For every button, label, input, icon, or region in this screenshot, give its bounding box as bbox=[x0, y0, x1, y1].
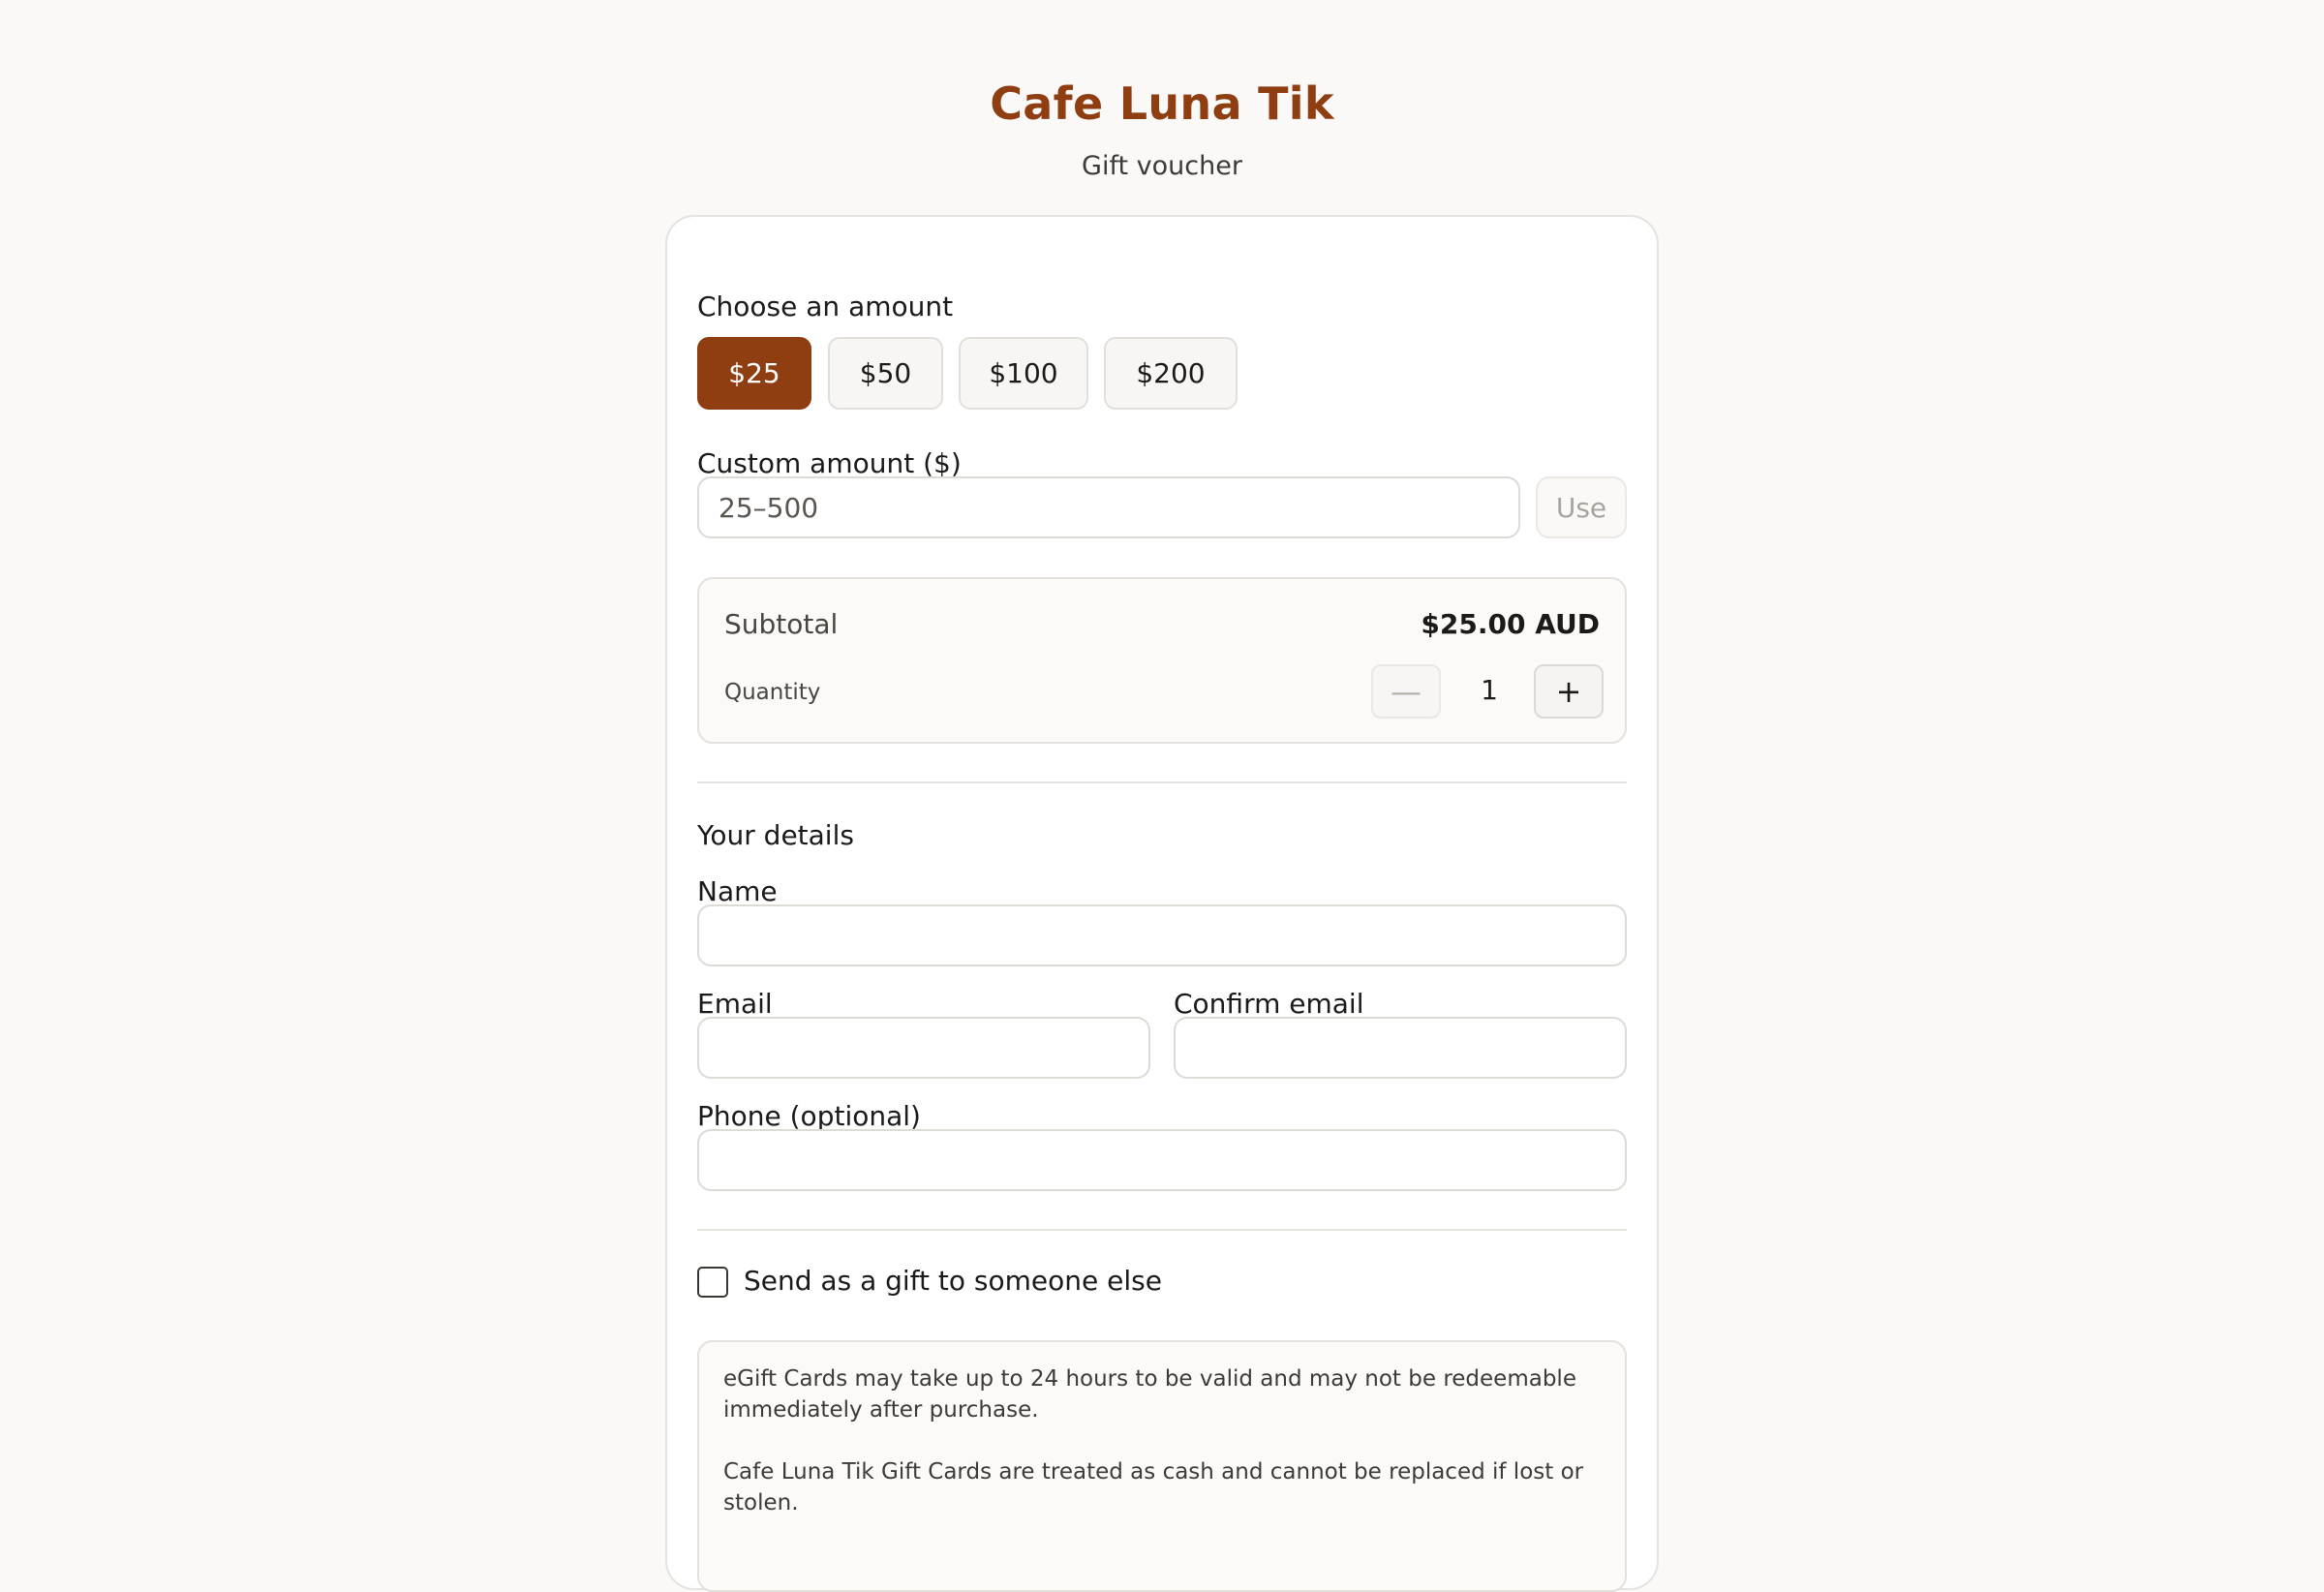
send-as-gift-checkbox[interactable] bbox=[697, 1267, 728, 1298]
quantity-decrement-button[interactable]: — bbox=[1371, 664, 1441, 719]
subtotal-value: $25.00 AUD bbox=[1421, 608, 1600, 640]
confirm-email-input[interactable] bbox=[1174, 1017, 1627, 1079]
quantity-increment-button[interactable]: + bbox=[1534, 664, 1604, 719]
amount-heading: Choose an amount bbox=[697, 291, 954, 322]
custom-amount-placeholder: 25–500 bbox=[719, 491, 819, 524]
custom-amount-input[interactable]: 25–500 bbox=[697, 476, 1520, 538]
custom-amount-label: Custom amount ($) bbox=[697, 447, 962, 479]
amount-200-button[interactable]: $200 bbox=[1104, 337, 1238, 410]
notice-validity-text: eGift Cards may take up to 24 hours to b… bbox=[723, 1366, 1576, 1423]
name-input[interactable] bbox=[697, 904, 1627, 966]
phone-label: Phone (optional) bbox=[697, 1100, 921, 1132]
details-heading: Your details bbox=[697, 819, 854, 851]
phone-input[interactable] bbox=[697, 1129, 1627, 1191]
confirm-email-label: Confirm email bbox=[1174, 988, 1364, 1020]
use-custom-amount-button[interactable]: Use bbox=[1536, 476, 1627, 538]
page-subtitle: Gift voucher bbox=[1082, 151, 1242, 181]
terms-notice: eGift Cards may take up to 24 hours to b… bbox=[697, 1340, 1627, 1592]
order-summary: Subtotal $25.00 AUD Quantity — 1 + bbox=[697, 577, 1627, 744]
minus-icon: — bbox=[1391, 673, 1422, 710]
email-input[interactable] bbox=[697, 1017, 1150, 1079]
email-label: Email bbox=[697, 988, 773, 1020]
amount-25-button[interactable]: $25 bbox=[697, 337, 811, 410]
amount-50-button[interactable]: $50 bbox=[828, 337, 943, 410]
subtotal-label: Subtotal bbox=[724, 608, 839, 640]
quantity-value: 1 bbox=[1481, 674, 1498, 706]
brand-title: Cafe Luna Tik bbox=[990, 77, 1334, 130]
amount-100-button[interactable]: $100 bbox=[959, 337, 1088, 410]
send-as-gift-label[interactable]: Send as a gift to someone else bbox=[744, 1265, 1162, 1297]
plus-icon: + bbox=[1555, 673, 1582, 710]
section-divider bbox=[697, 1229, 1627, 1231]
quantity-label: Quantity bbox=[724, 680, 821, 705]
notice-cash-text: Cafe Luna Tik Gift Cards are treated as … bbox=[723, 1459, 1584, 1515]
section-divider bbox=[697, 781, 1627, 783]
name-label: Name bbox=[697, 875, 778, 907]
